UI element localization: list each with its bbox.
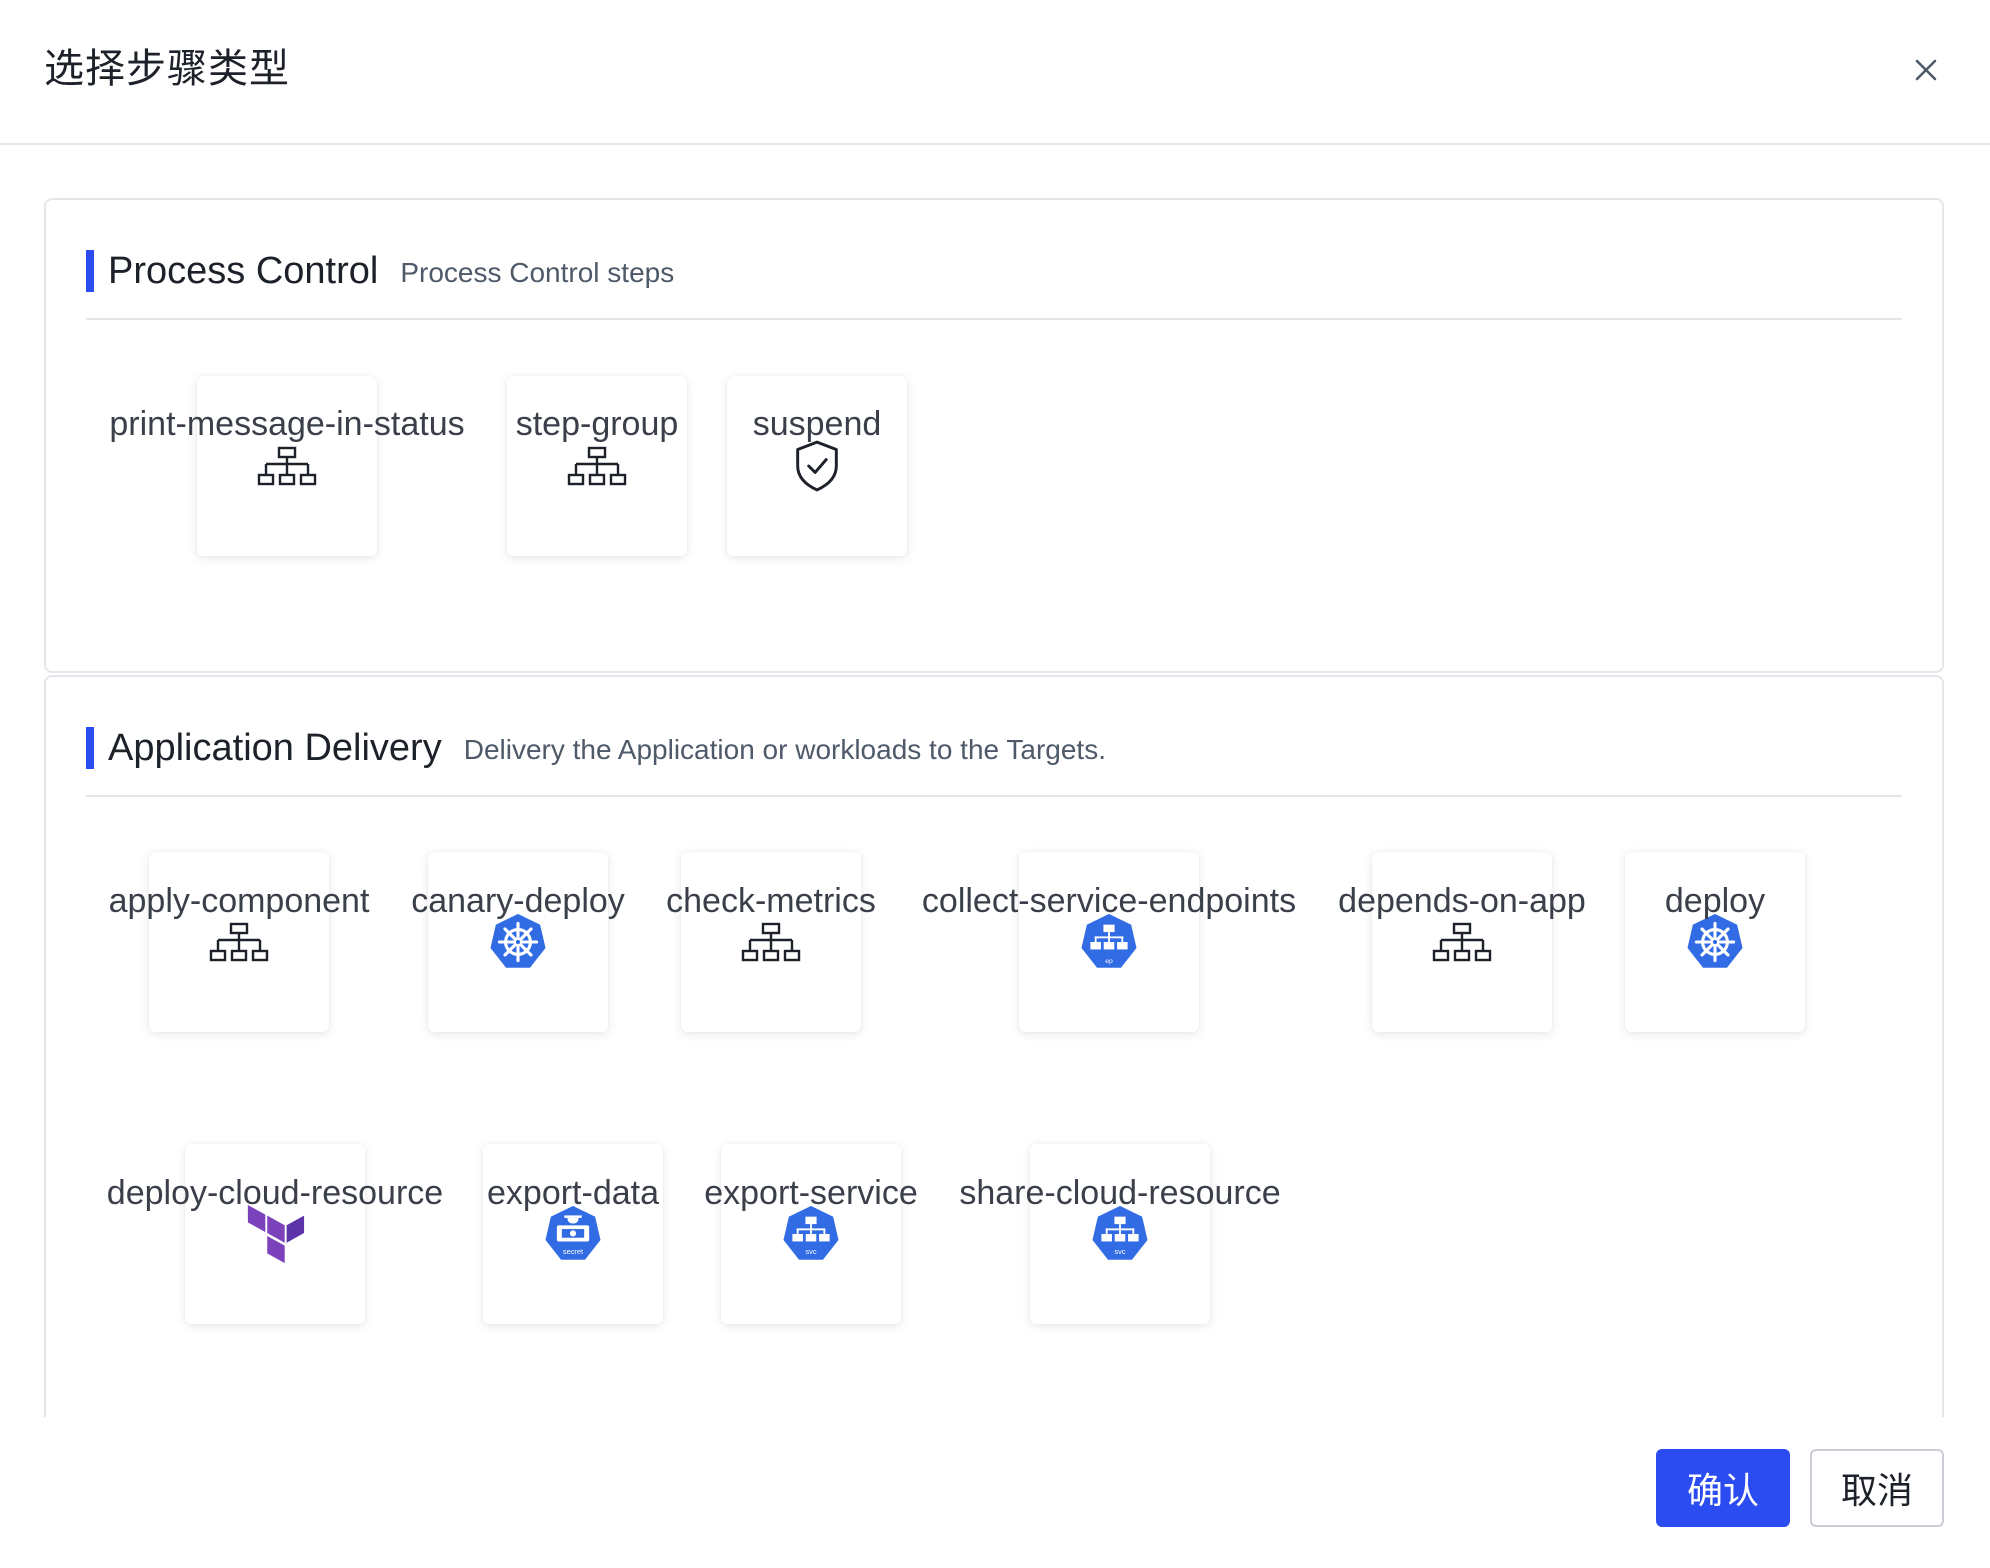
section-header: Process Control Process Control steps (86, 250, 674, 292)
hierarchy-icon (741, 922, 801, 962)
dialog-header: 选择步骤类型 (0, 0, 1990, 145)
confirm-button[interactable]: 确认 (1656, 1449, 1790, 1527)
section-header: Application Delivery Delivery the Applic… (86, 727, 1106, 769)
step-label: collect-service-endpoints (921, 882, 1297, 920)
step-label: deploy (1664, 882, 1766, 920)
section-application-delivery: Application Delivery Delivery the Applic… (44, 675, 1944, 1417)
step-label: export-service (704, 1174, 918, 1212)
section-description: Process Control steps (400, 257, 675, 288)
shield-check-icon (794, 439, 840, 493)
step-label: depends-on-app (1338, 882, 1586, 920)
hierarchy-icon (209, 922, 269, 962)
step-label: step-group (515, 405, 679, 443)
hierarchy-icon (567, 446, 627, 486)
step-card[interactable] (727, 376, 907, 556)
hierarchy-icon (257, 446, 317, 486)
step-card[interactable] (428, 852, 608, 1032)
icon-badge: svc (805, 1247, 816, 1256)
step-card[interactable]: ep (1019, 852, 1199, 1032)
step-card[interactable]: svc (1030, 1144, 1210, 1324)
step-label: deploy-cloud-resource (106, 1174, 444, 1212)
step-card[interactable] (185, 1144, 365, 1324)
hierarchy-icon (1432, 922, 1492, 962)
step-label: canary-deploy (411, 882, 625, 920)
section-accent-bar (86, 727, 94, 769)
dialog-footer: 确认 取消 (0, 1417, 1990, 1568)
section-process-control: Process Control Process Control steps pr… (44, 198, 1944, 673)
section-accent-bar (86, 250, 94, 292)
icon-badge: svc (1114, 1247, 1125, 1256)
step-card[interactable] (681, 852, 861, 1032)
section-title: Application Delivery (108, 726, 442, 769)
step-card[interactable] (1625, 852, 1805, 1032)
step-card[interactable] (149, 852, 329, 1032)
step-label: check-metrics (666, 882, 876, 920)
section-divider (86, 318, 1902, 320)
step-card[interactable] (507, 376, 687, 556)
icon-badge: ep (1105, 958, 1113, 965)
section-description: Delivery the Application or workloads to… (463, 734, 1106, 765)
icon-badge: secret (563, 1247, 584, 1256)
close-button[interactable] (1902, 46, 1950, 94)
step-card[interactable] (1372, 852, 1552, 1032)
step-label: suspend (752, 405, 882, 443)
step-label: apply-component (108, 882, 370, 920)
step-label: export-data (487, 1174, 659, 1212)
step-card[interactable]: svc (721, 1144, 901, 1324)
section-title: Process Control (108, 249, 379, 292)
close-icon (1915, 59, 1937, 81)
cancel-button[interactable]: 取消 (1810, 1449, 1944, 1527)
section-divider (86, 795, 1902, 797)
dialog-body[interactable]: Process Control Process Control steps pr… (0, 145, 1990, 1417)
step-card[interactable] (197, 376, 377, 556)
step-card[interactable]: secret (483, 1144, 663, 1324)
step-label: share-cloud-resource (959, 1174, 1281, 1212)
step-label: print-message-in-status (109, 405, 465, 443)
dialog-title: 选择步骤类型 (44, 46, 290, 92)
